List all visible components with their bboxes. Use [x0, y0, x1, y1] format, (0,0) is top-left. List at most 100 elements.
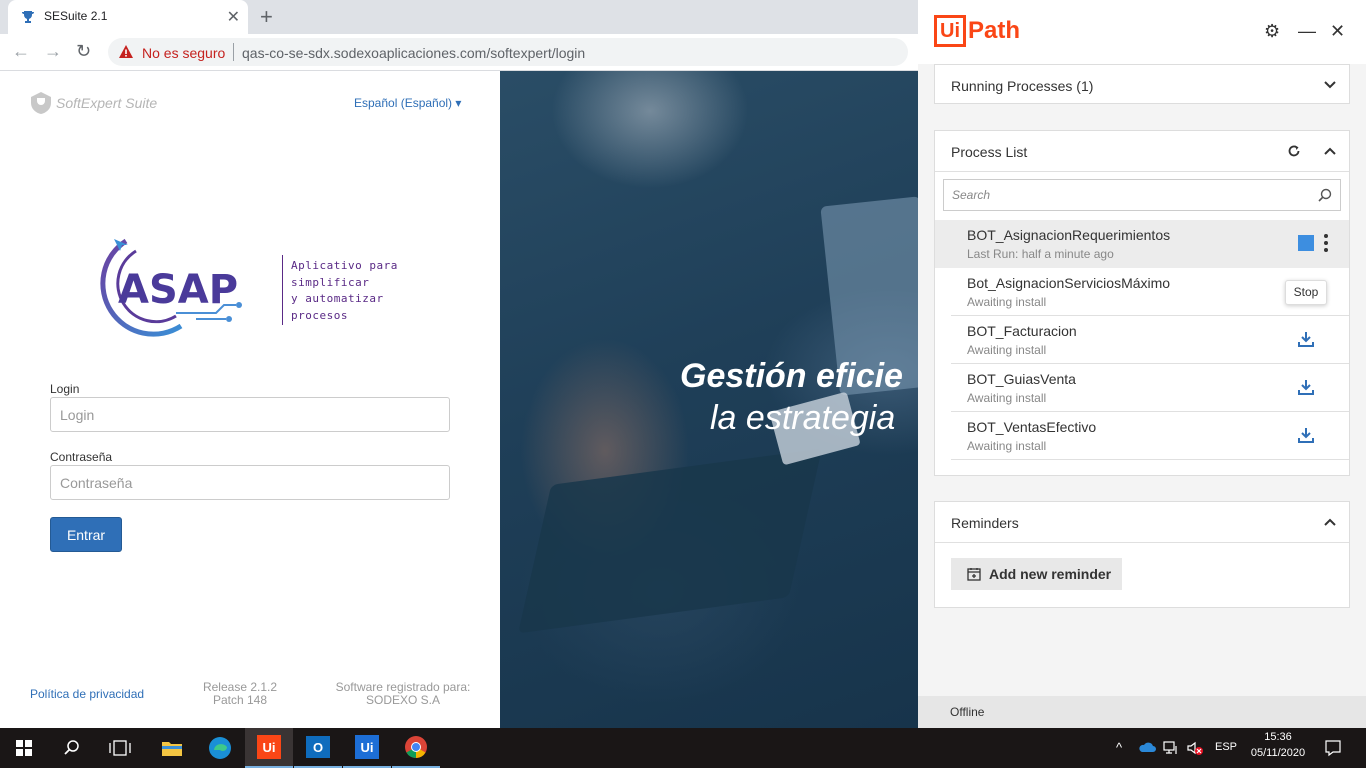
hero-headline-line2: la estrategia: [710, 399, 896, 437]
calendar-add-icon: [967, 568, 981, 581]
reminders-title: Reminders: [951, 515, 1019, 531]
uipath-logo: Ui Path: [934, 15, 1020, 47]
language-selector[interactable]: Español (Español) ▾: [354, 96, 461, 110]
hero-image: Gestión eficie la estrategia: [500, 71, 918, 728]
input-language[interactable]: ESP: [1215, 741, 1237, 753]
registration-info: Software registrado para: SODEXO S.A: [335, 680, 471, 707]
download-icon[interactable]: [1297, 330, 1315, 348]
more-options-icon[interactable]: [1321, 232, 1331, 254]
chevron-up-icon[interactable]: [1323, 144, 1337, 158]
chevron-down-icon[interactable]: [1323, 78, 1337, 92]
windows-logo-icon: [16, 740, 32, 756]
tab-title: SESuite 2.1: [44, 9, 108, 23]
release-info: Release 2.1.2 Patch 148: [202, 680, 278, 707]
trophy-icon: [22, 11, 34, 23]
language-label: Español (Español): [354, 96, 453, 110]
asap-tagline: Aplicativo para simplificar y automatiza…: [291, 259, 398, 322]
back-icon[interactable]: ←: [12, 41, 30, 62]
download-icon[interactable]: [1297, 378, 1315, 396]
login-submit-button[interactable]: Entrar: [50, 517, 122, 552]
asap-emblem: ASAP: [100, 238, 242, 337]
process-list-title: Process List: [951, 144, 1028, 160]
process-item[interactable]: BOT_VentasEfectivo Awaiting install: [935, 412, 1349, 460]
stop-button[interactable]: [1298, 235, 1314, 251]
process-item[interactable]: BOT_Facturacion Awaiting install: [935, 316, 1349, 364]
chrome-icon: [405, 736, 427, 758]
settings-gear-icon[interactable]: ⚙: [1264, 21, 1280, 42]
password-label: Contraseña: [50, 450, 113, 464]
brand-name: SoftExpert Suite: [56, 95, 158, 111]
insecure-label[interactable]: No es seguro: [142, 45, 225, 61]
asap-logo: ASAP Aplicativo para simplificar y autom…: [86, 231, 416, 341]
process-list-divider: [935, 171, 1349, 172]
process-item[interactable]: BOT_AsignacionRequerimientos Last Run: h…: [935, 220, 1349, 268]
uipath-assistant-panel: Ui Path ⚙ — ✕ Running Processes (1) Proc…: [918, 0, 1366, 728]
edge-icon: [209, 737, 231, 759]
uipath-assistant-taskbar-button[interactable]: Ui: [245, 728, 293, 768]
login-label: Login: [50, 382, 80, 396]
search-icon: [64, 740, 79, 755]
login-input[interactable]: [50, 397, 450, 432]
svg-text:ASAP: ASAP: [118, 267, 238, 313]
uipath-assistant-icon: Ui: [257, 735, 281, 759]
outlook-button[interactable]: O: [294, 728, 342, 768]
browser-tab[interactable]: SESuite 2.1 ✕: [8, 0, 248, 34]
omnibox[interactable]: No es seguro qas-co-se-sdx.sodexoaplicac…: [108, 38, 908, 66]
caret-down-icon: ▾: [455, 96, 462, 110]
close-tab-icon[interactable]: ✕: [227, 7, 240, 27]
clock[interactable]: 15:36 05/11/2020: [1248, 731, 1308, 759]
new-tab-button[interactable]: +: [260, 4, 273, 30]
reminders-divider: [935, 542, 1349, 543]
running-processes-title: Running Processes (1): [951, 78, 1094, 94]
privacy-link[interactable]: Política de privacidad: [30, 688, 144, 701]
hero-headline-line1: Gestión eficie: [680, 357, 903, 395]
add-reminder-button[interactable]: Add new reminder: [951, 558, 1122, 590]
asap-divider: [282, 255, 283, 325]
edge-button[interactable]: [196, 728, 244, 768]
windows-taskbar: Ui O Ui ^ ESP 15:36 05/11/2020: [0, 728, 1366, 768]
download-icon[interactable]: [1297, 426, 1315, 444]
file-explorer-button[interactable]: [148, 728, 196, 768]
start-button[interactable]: [0, 728, 48, 768]
search-taskbar-button[interactable]: [48, 728, 96, 768]
close-icon[interactable]: ✕: [1330, 21, 1345, 42]
task-view-button[interactable]: [96, 728, 144, 768]
uipath-studio-button[interactable]: Ui: [343, 728, 391, 768]
process-search-input[interactable]: Search: [943, 179, 1341, 211]
omnibox-separator: [233, 43, 234, 61]
shield-icon: [31, 92, 51, 114]
uipath-header: Ui Path ⚙ — ✕: [918, 0, 1366, 64]
browser-address-bar: ← → ↻ No es seguro qas-co-se-sdx.sodexoa…: [0, 34, 918, 71]
minimize-icon[interactable]: —: [1298, 21, 1316, 42]
browser-tab-bar: SESuite 2.1 ✕ +: [0, 0, 918, 34]
hero-tablet-shape: [518, 448, 822, 634]
login-pane: SoftExpert Suite Español (Español) ▾ ASA…: [0, 71, 500, 728]
password-input[interactable]: [50, 465, 450, 500]
process-item[interactable]: BOT_GuiasVenta Awaiting install: [935, 364, 1349, 412]
warning-icon: [119, 45, 133, 58]
uipath-studio-icon: Ui: [355, 735, 379, 759]
url-text[interactable]: qas-co-se-sdx.sodexoaplicaciones.com/sof…: [242, 45, 585, 61]
onedrive-icon[interactable]: [1138, 741, 1156, 753]
connection-status: Offline: [950, 705, 985, 719]
add-reminder-label: Add new reminder: [989, 566, 1112, 582]
reload-icon[interactable]: ↻: [76, 41, 91, 62]
search-placeholder: Search: [952, 188, 991, 202]
volume-muted-icon[interactable]: [1186, 740, 1204, 756]
refresh-icon[interactable]: [1287, 144, 1301, 158]
softexpert-logo: SoftExpert Suite: [30, 91, 157, 115]
folder-icon: [162, 742, 182, 756]
reminders-card: Reminders Add new reminder: [934, 501, 1350, 608]
action-center-icon[interactable]: [1324, 739, 1342, 757]
forward-icon[interactable]: →: [44, 41, 62, 62]
search-icon: [1318, 188, 1332, 202]
outlook-icon: O: [306, 736, 330, 758]
running-processes-card[interactable]: Running Processes (1): [934, 64, 1350, 104]
network-icon[interactable]: [1162, 740, 1180, 756]
task-view-icon: [109, 740, 131, 756]
connection-status-bar: Offline: [918, 696, 1366, 728]
chrome-button[interactable]: [392, 728, 440, 768]
chevron-up-icon[interactable]: [1323, 515, 1337, 529]
show-hidden-icons-button[interactable]: ^: [1116, 740, 1122, 755]
stop-tooltip: Stop: [1285, 280, 1327, 305]
